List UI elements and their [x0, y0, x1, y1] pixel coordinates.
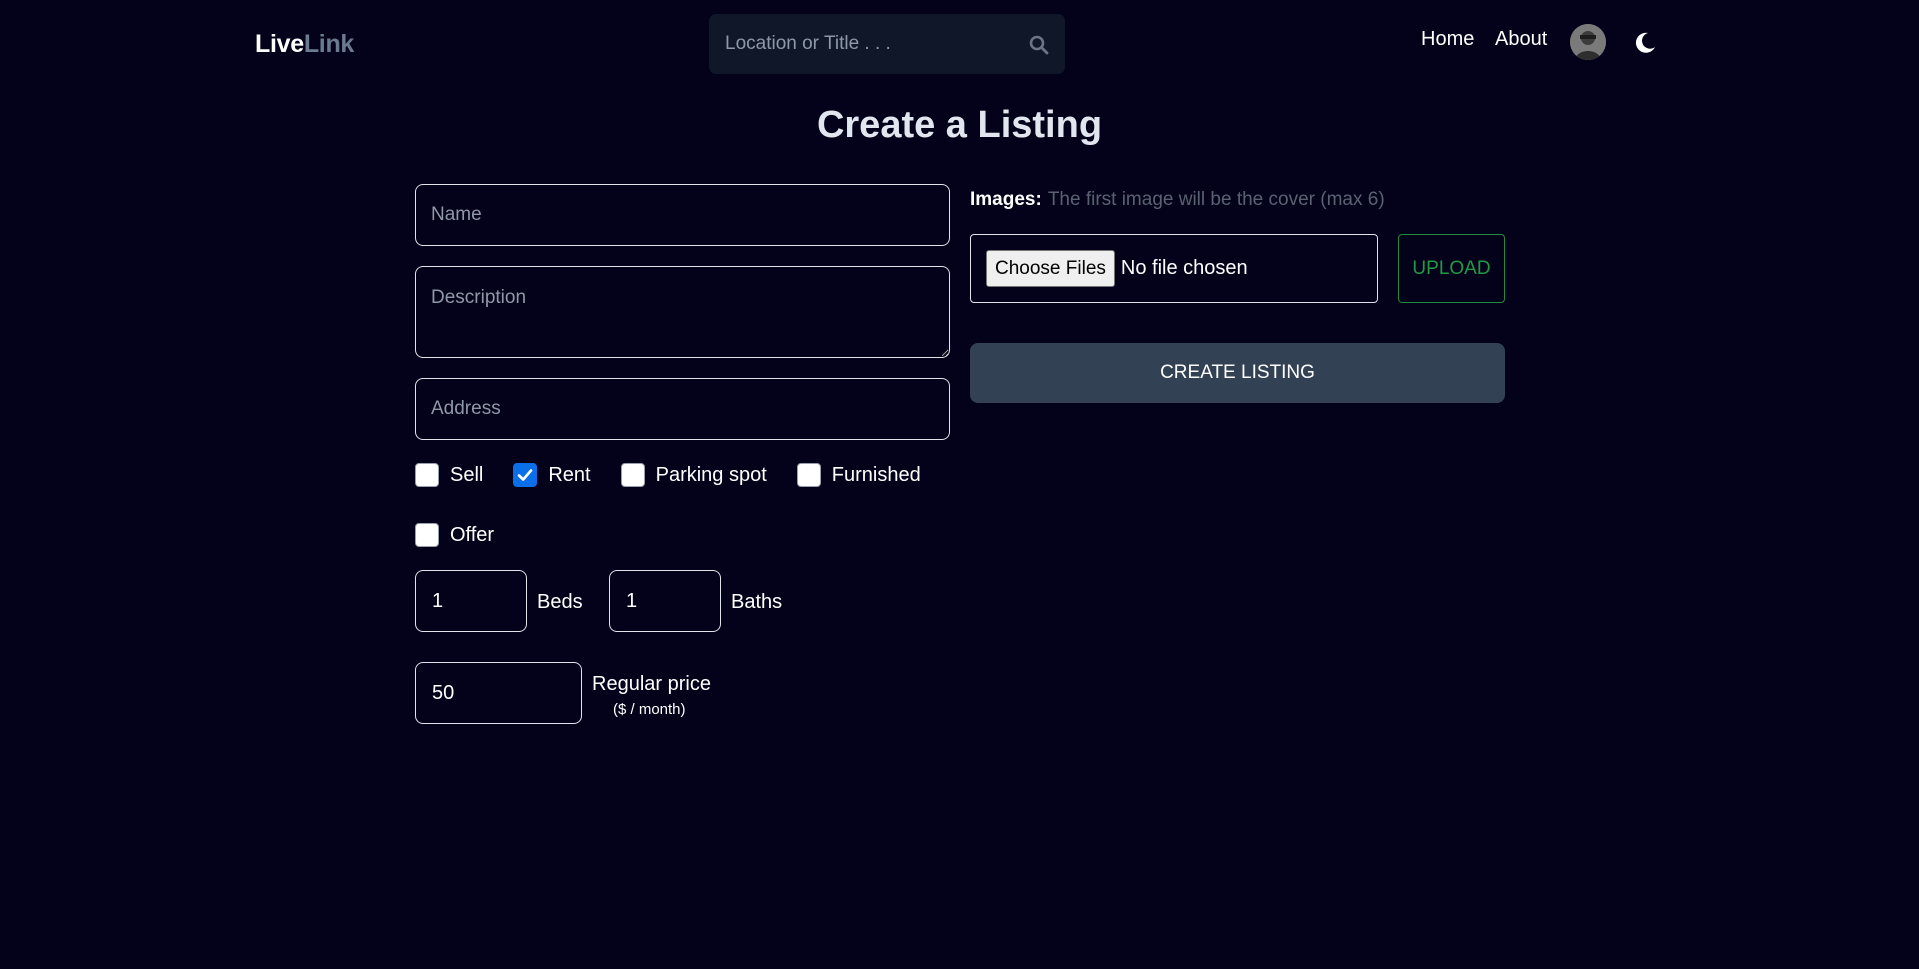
logo[interactable]: LiveLink [255, 30, 354, 59]
logo-part-live: Live [255, 30, 304, 58]
file-picker[interactable]: Choose Files No file chosen [970, 234, 1378, 303]
description-textarea[interactable] [415, 266, 950, 358]
offer-checkbox[interactable]: Offer [415, 523, 494, 547]
images-label: Images: [970, 189, 1042, 210]
checkbox-box[interactable] [415, 523, 439, 547]
upload-button[interactable]: UPLOAD [1398, 234, 1505, 303]
checkbox-box[interactable] [513, 463, 538, 487]
checkbox-label: Rent [548, 463, 591, 486]
price-unit-label: ($ / month) [613, 701, 686, 718]
address-input[interactable] [415, 378, 950, 440]
sell-checkbox[interactable]: Sell [415, 463, 483, 487]
regular-price-label: Regular price [592, 673, 711, 695]
checkbox-label: Parking spot [655, 463, 767, 486]
offer-options: Offer [415, 523, 524, 547]
create-listing-button[interactable]: CREATE LISTING [970, 343, 1505, 403]
name-input[interactable] [415, 184, 950, 246]
checkmark-icon [518, 469, 533, 481]
parking-spot-checkbox[interactable]: Parking spot [620, 463, 767, 487]
header: LiveLink Home About [0, 0, 1919, 90]
logo-part-link: Link [303, 30, 355, 58]
nav-home-link[interactable]: Home [1421, 28, 1474, 51]
baths-label: Baths [731, 591, 783, 613]
images-hint: The first image will be the cover (max 6… [1047, 189, 1385, 210]
furnished-checkbox[interactable]: Furnished [796, 463, 921, 487]
baths-input[interactable] [609, 570, 721, 632]
page-title: Create a Listing [816, 104, 1103, 146]
avatar[interactable] [1570, 24, 1606, 60]
moon-icon[interactable] [1632, 30, 1658, 56]
checkbox-label: Sell [450, 463, 484, 486]
search-bar [709, 14, 1065, 74]
rent-checkbox[interactable]: Rent [513, 463, 591, 487]
search-input[interactable] [709, 14, 1009, 74]
beds-input[interactable] [415, 570, 527, 632]
beds-label: Beds [537, 591, 583, 613]
checkbox-label: Offer [450, 523, 495, 546]
checkbox-box[interactable] [415, 463, 439, 487]
checkbox-box[interactable] [796, 463, 821, 487]
checkbox-box[interactable] [620, 463, 645, 487]
listing-type-options: Sell Rent Parking spot Furnished [415, 463, 951, 487]
choose-files-button[interactable]: Choose Files [986, 250, 1115, 287]
nav-about-link[interactable]: About [1495, 28, 1547, 51]
file-status: No file chosen [1120, 257, 1248, 279]
images-header: Images: The first image will be the cover… [970, 189, 1385, 211]
regular-price-input[interactable] [415, 662, 582, 724]
checkbox-label: Furnished [831, 463, 921, 486]
search-icon[interactable] [1027, 33, 1051, 57]
